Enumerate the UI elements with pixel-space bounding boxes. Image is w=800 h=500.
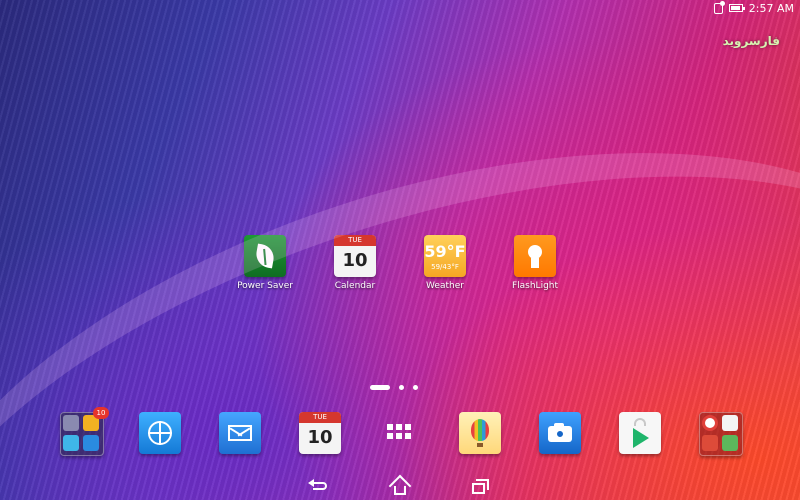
- watermark-logo: فارسروید: [722, 34, 780, 48]
- navigation-bar: [0, 472, 800, 500]
- calendar-date: 10: [342, 250, 368, 271]
- gallery-icon[interactable]: [459, 412, 501, 454]
- camera-icon[interactable]: [539, 412, 581, 454]
- browser-icon[interactable]: [139, 412, 181, 454]
- notification-badge: 10: [93, 407, 109, 419]
- app-flashlight[interactable]: FlashLight: [497, 235, 573, 291]
- page-dot[interactable]: [413, 385, 418, 390]
- status-right: 2:57 AM: [713, 0, 794, 15]
- email-icon[interactable]: [219, 412, 261, 454]
- play-store-icon[interactable]: [619, 412, 661, 454]
- app-weather[interactable]: 59°F 59/43°F Weather: [407, 235, 483, 291]
- app-label: Weather: [426, 281, 464, 291]
- folder-icon[interactable]: 10: [60, 407, 109, 456]
- status-bar: 2:57 AM: [0, 0, 800, 16]
- all-apps-icon[interactable]: [379, 412, 421, 454]
- page-indicator[interactable]: [370, 385, 418, 390]
- back-icon[interactable]: [308, 476, 332, 496]
- home-screen: 2:57 AM فارسروید Power Saver TUE 10 Cale…: [0, 0, 800, 500]
- battery-icon: [728, 4, 745, 12]
- page-dot[interactable]: [399, 385, 404, 390]
- calendar-date: 10: [307, 427, 333, 448]
- calendar-day: TUE: [299, 412, 341, 423]
- app-label: Calendar: [334, 281, 376, 291]
- sim-icon: [713, 0, 725, 14]
- status-time: 2:57 AM: [748, 1, 794, 15]
- weather-icon: 59°F 59/43°F: [424, 235, 466, 277]
- flashlight-icon: [514, 235, 556, 277]
- app-calendar[interactable]: TUE 10 Calendar: [317, 235, 393, 291]
- app-power-saver[interactable]: Power Saver: [227, 235, 303, 291]
- app-label: FlashLight: [511, 281, 559, 291]
- google-folder-icon[interactable]: [699, 412, 743, 456]
- calendar-day: TUE: [334, 235, 376, 246]
- leaf-icon: [244, 235, 286, 277]
- app-label: Power Saver: [237, 281, 293, 291]
- weather-temp: 59°F: [424, 242, 466, 261]
- calendar-icon: TUE 10: [334, 235, 376, 277]
- home-icon[interactable]: [388, 474, 412, 498]
- page-dot-active[interactable]: [370, 385, 390, 390]
- calendar-icon[interactable]: TUE 10: [299, 412, 341, 454]
- recent-apps-icon[interactable]: [468, 476, 492, 496]
- weather-range: 59/43°F: [431, 263, 459, 271]
